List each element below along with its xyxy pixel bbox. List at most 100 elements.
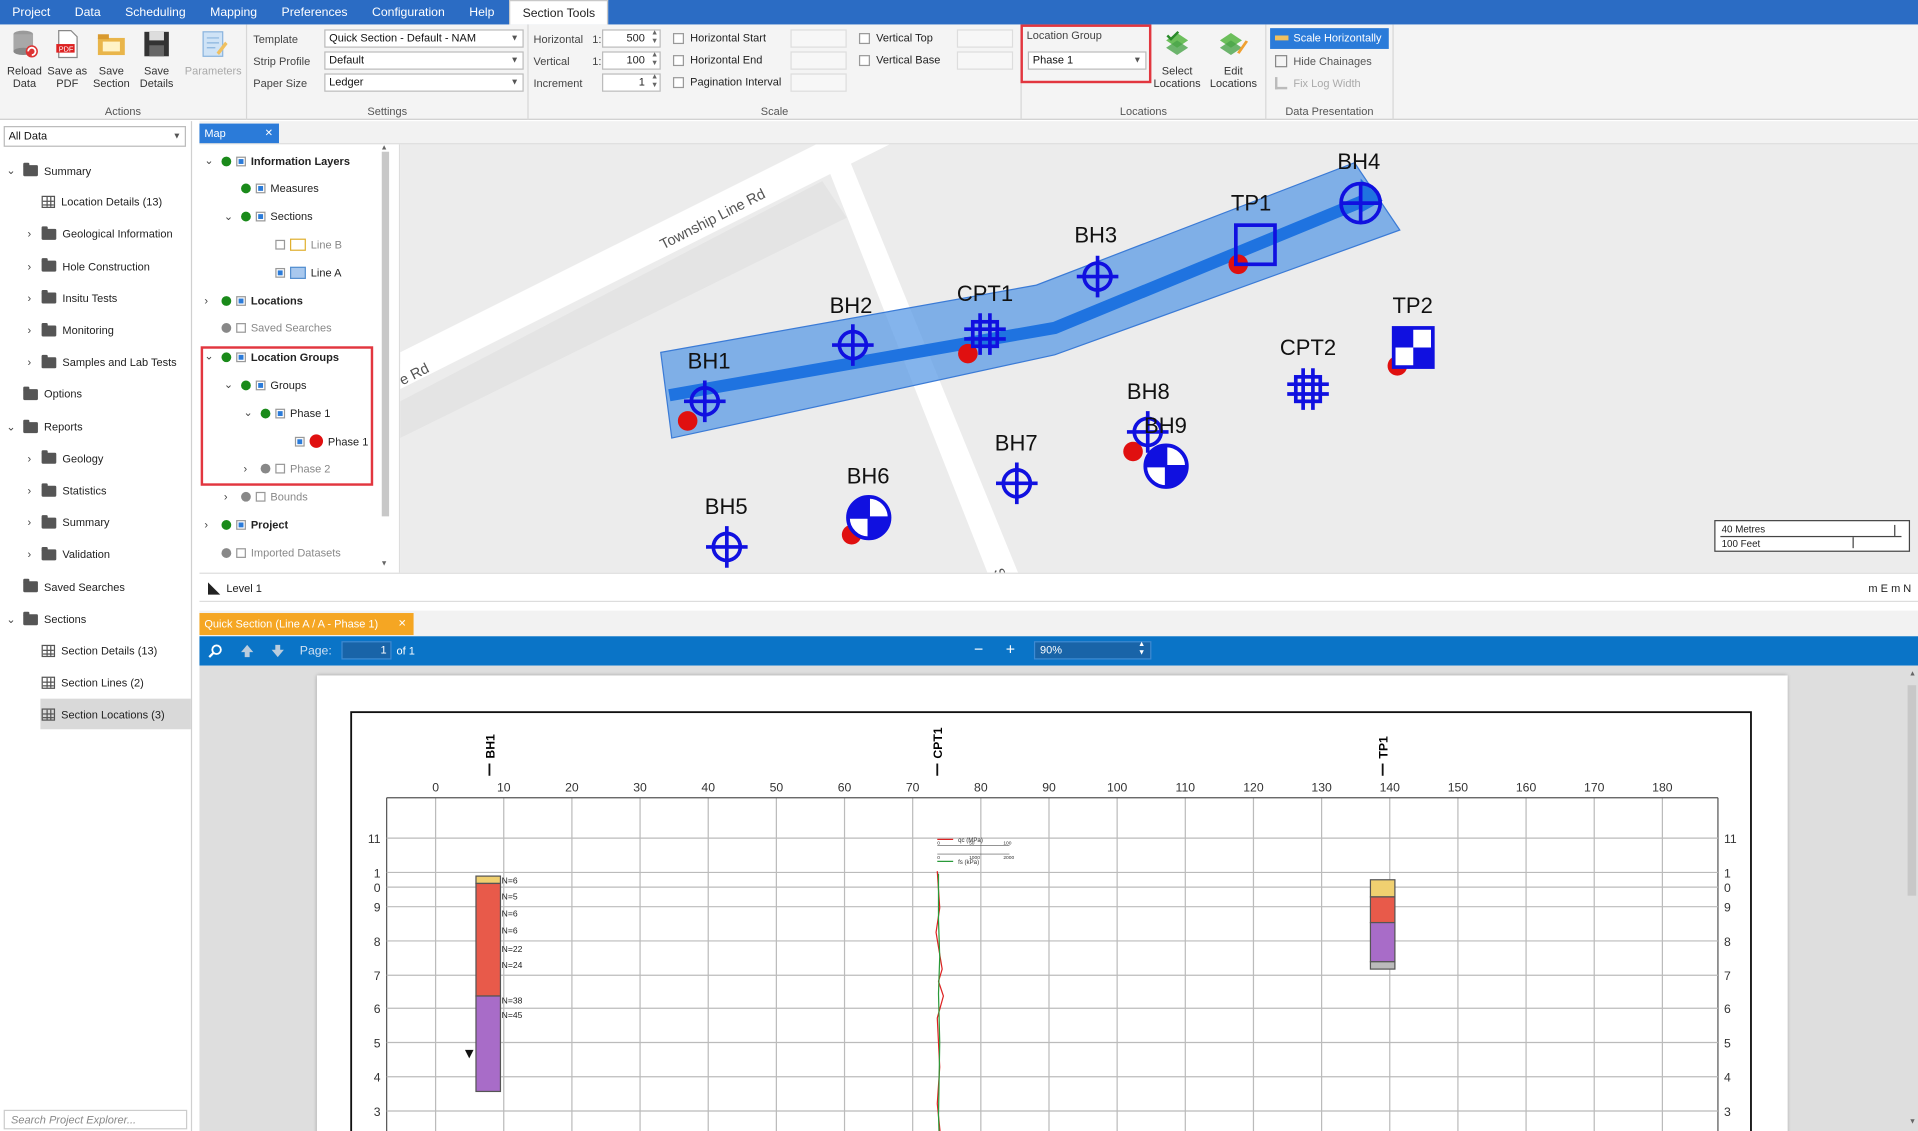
layer-item[interactable]: ⌄ Sections: [224, 210, 313, 223]
chevron-down-icon[interactable]: ⌄: [224, 210, 236, 223]
chevron-right-icon[interactable]: ›: [204, 518, 216, 530]
map-location-bh6[interactable]: BH6: [846, 463, 892, 541]
scroll-down-icon[interactable]: ▼: [1909, 1118, 1916, 1125]
zoom-in-button[interactable]: +: [1006, 640, 1015, 658]
scroll-down-icon[interactable]: ▼: [381, 560, 388, 567]
map-location-bh7[interactable]: BH7: [995, 430, 1038, 505]
chevron-right-icon[interactable]: ›: [204, 294, 216, 306]
map-location-cpt2[interactable]: CPT2: [1280, 335, 1336, 410]
visibility-dot-icon[interactable]: [241, 491, 251, 502]
layer-checkbox[interactable]: [275, 267, 286, 278]
horizontal-start-input[interactable]: [790, 29, 847, 48]
chevron-down-icon[interactable]: ⌄: [5, 164, 17, 177]
chevron-right-icon[interactable]: ›: [23, 485, 35, 497]
layer-checkbox[interactable]: [236, 156, 246, 166]
paper-size-dropdown[interactable]: Ledger ▼: [324, 73, 524, 92]
layer-checkbox[interactable]: [275, 239, 286, 250]
map-canvas[interactable]: Township Line Rde RdStockBH1BH2CPT1BH3TP…: [400, 144, 1918, 573]
visibility-dot-icon[interactable]: [221, 519, 232, 530]
edit-locations-button[interactable]: Edit Locations: [1208, 28, 1259, 89]
horizontal-scale-input[interactable]: 500 ▲ ▼: [602, 29, 661, 48]
vertical-base-input[interactable]: [956, 51, 1014, 70]
vertical-top-checkbox[interactable]: Vertical Top: [858, 32, 933, 44]
horizontal-end-checkbox[interactable]: Horizontal End: [672, 54, 762, 66]
layer-checkbox[interactable]: [236, 547, 246, 558]
explorer-filter-dropdown[interactable]: All Data ▼: [3, 126, 186, 147]
vertical-scale-input[interactable]: 100 ▲ ▼: [602, 51, 661, 70]
menu-item-section-tools[interactable]: Section Tools: [509, 0, 609, 25]
reload-data-button[interactable]: Reload Data: [2, 28, 46, 89]
visibility-dot-icon[interactable]: [241, 212, 251, 222]
chevron-right-icon[interactable]: ›: [23, 260, 35, 272]
chevron-down-icon[interactable]: ⌄: [204, 154, 216, 167]
chevron-right-icon[interactable]: ›: [23, 549, 35, 561]
layer-item[interactable]: Line B: [243, 238, 342, 251]
search-project-explorer-input[interactable]: Search Project Explorer...: [3, 1109, 188, 1130]
explorer-item[interactable]: › Summary: [23, 514, 110, 529]
horizontal-end-input[interactable]: [790, 51, 847, 70]
menu-item-configuration[interactable]: Configuration: [360, 0, 457, 24]
search-icon[interactable]: [208, 644, 223, 659]
explorer-item[interactable]: › Samples and Lab Tests: [23, 354, 177, 369]
chevron-right-icon[interactable]: ›: [23, 228, 35, 240]
close-icon[interactable]: ✕: [265, 124, 273, 144]
previous-page-icon[interactable]: [240, 644, 255, 659]
horizontal-start-checkbox[interactable]: Horizontal Start: [672, 32, 766, 44]
menu-item-mapping[interactable]: Mapping: [198, 0, 269, 24]
visibility-dot-icon[interactable]: [221, 156, 232, 166]
fix-log-width-button[interactable]: Fix Log Width: [1270, 73, 1361, 93]
parameters-button[interactable]: Parameters: [185, 28, 242, 77]
explorer-item[interactable]: › Validation: [23, 546, 110, 561]
visibility-dot-icon[interactable]: [221, 547, 232, 558]
explorer-item[interactable]: Options: [5, 386, 82, 401]
explorer-item[interactable]: › Insitu Tests: [23, 290, 117, 304]
layer-item[interactable]: › Locations: [204, 294, 303, 306]
pagination-interval-input[interactable]: [790, 73, 847, 92]
zoom-out-button[interactable]: −: [974, 640, 983, 658]
vertical-base-checkbox[interactable]: Vertical Base: [858, 54, 940, 66]
map-view[interactable]: Township Line Rde RdStockBH1BH2CPT1BH3TP…: [400, 144, 1918, 573]
explorer-item[interactable]: ⌄ Reports: [5, 419, 83, 433]
layer-checkbox[interactable]: [236, 295, 246, 306]
explorer-item[interactable]: › Monitoring: [23, 322, 114, 336]
explorer-item[interactable]: Saved Searches: [5, 578, 125, 593]
menu-item-data[interactable]: Data: [63, 0, 113, 24]
scroll-up-icon[interactable]: ▲: [381, 144, 388, 151]
scroll-up-icon[interactable]: ▲: [1909, 671, 1916, 678]
layer-item[interactable]: › Bounds: [224, 490, 308, 502]
save-details-button[interactable]: Save Details: [135, 28, 179, 89]
layer-item[interactable]: › Project: [204, 518, 288, 530]
chevron-right-icon[interactable]: ›: [23, 452, 35, 464]
select-locations-button[interactable]: Select Locations: [1151, 28, 1202, 89]
close-icon[interactable]: ✕: [398, 613, 406, 635]
explorer-item[interactable]: Section Lines (2): [23, 676, 144, 690]
layer-checkbox[interactable]: [236, 519, 246, 530]
explorer-item[interactable]: › Hole Construction: [23, 258, 150, 272]
layer-item[interactable]: Saved Searches: [204, 322, 332, 335]
explorer-item[interactable]: Location Details (13): [23, 196, 162, 209]
strip-profile-dropdown[interactable]: Default ▼: [324, 51, 524, 70]
explorer-item[interactable]: › Statistics: [23, 482, 106, 497]
layer-checkbox[interactable]: [255, 212, 266, 222]
layer-item[interactable]: Measures: [224, 182, 319, 194]
hide-chainages-button[interactable]: Hide Chainages: [1270, 51, 1372, 71]
pagination-interval-checkbox[interactable]: Pagination Interval: [672, 76, 781, 88]
chevron-right-icon[interactable]: ›: [23, 356, 35, 368]
save-as-pdf-button[interactable]: PDF Save as PDF: [45, 28, 89, 89]
layer-item[interactable]: Line A: [243, 266, 341, 279]
tab-map[interactable]: Map ✕: [199, 123, 279, 144]
menu-item-scheduling[interactable]: Scheduling: [113, 0, 198, 24]
layer-item[interactable]: ⌄ Information Layers: [204, 154, 350, 167]
explorer-item[interactable]: Section Locations (3): [23, 708, 165, 722]
chevron-down-icon[interactable]: ⌄: [5, 420, 17, 433]
layer-checkbox[interactable]: [236, 323, 246, 334]
explorer-item[interactable]: ⌄ Sections: [5, 611, 86, 626]
template-dropdown[interactable]: Quick Section - Default - NAM ▼: [324, 29, 524, 48]
visibility-dot-icon[interactable]: [241, 183, 251, 194]
visibility-dot-icon[interactable]: [221, 295, 232, 306]
explorer-item[interactable]: › Geological Information: [23, 226, 173, 240]
layer-item[interactable]: Imported Datasets: [204, 546, 341, 559]
menu-item-help[interactable]: Help: [457, 0, 507, 24]
map-location-bh9[interactable]: BH9: [1143, 413, 1189, 489]
page-number-input[interactable]: 1: [341, 641, 392, 660]
